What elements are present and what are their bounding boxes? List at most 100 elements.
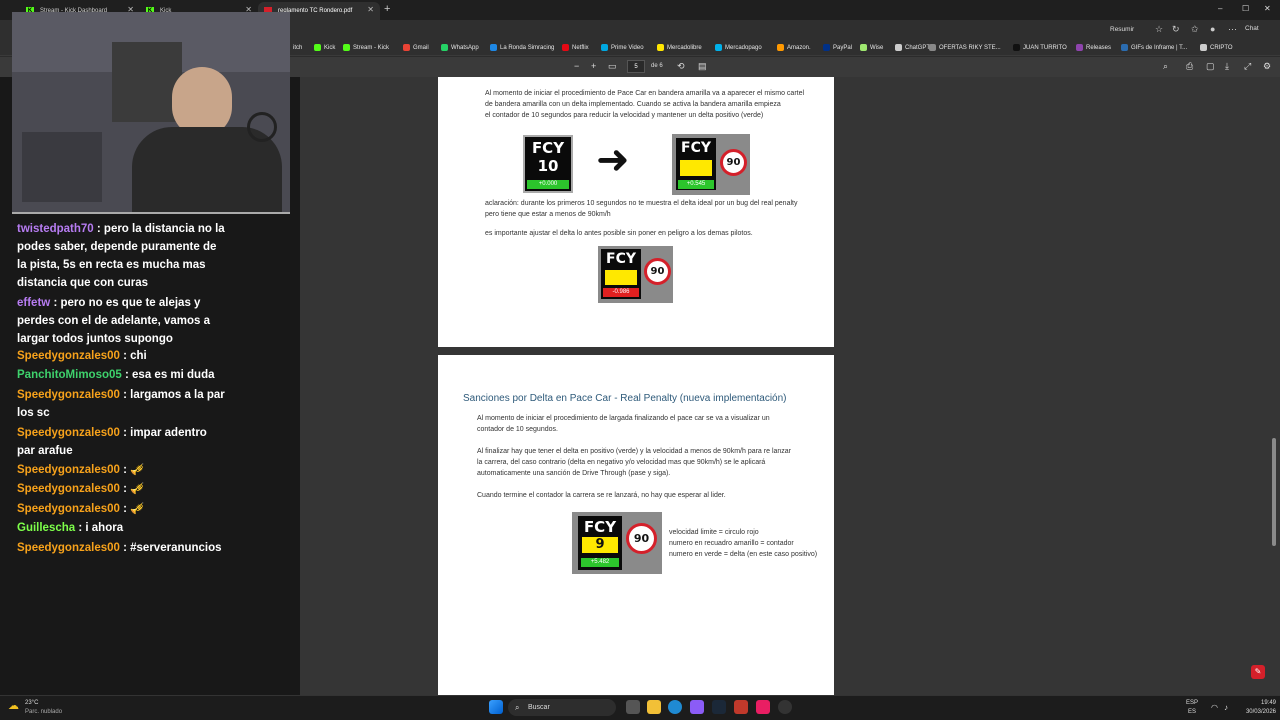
bookmark-label: La Ronda Simracing [500,44,555,51]
chat-message: Speedygonzales00 : 🎺 [17,480,227,498]
bookmark-item[interactable]: PayPal [823,44,852,51]
bookmark-icon [490,44,497,51]
save-icon[interactable]: ▢ [1206,61,1215,72]
file-explorer-icon[interactable] [647,700,661,714]
arrow-right-icon: ➜ [596,138,630,182]
bookmark-label: OFERTAS RIKY STE... [939,44,1001,51]
bookmark-label: WhatsApp [451,44,479,51]
search-placeholder: Buscar [528,704,550,711]
zoom-out-icon[interactable]: − [574,61,579,71]
star-icon[interactable]: ☆ [1155,24,1163,35]
chat-username[interactable]: Speedygonzales00 [17,542,120,554]
bookmark-item[interactable]: GIFs de Inframe | T... [1121,44,1187,51]
chat-message: PanchitoMimoso05 : esa es mi duda [17,366,227,384]
bookmark-item[interactable]: Gmail [403,44,429,51]
search-icon[interactable]: ⌕ [1163,61,1168,72]
profile-avatar[interactable]: ● [1210,24,1215,34]
chat-username[interactable]: Speedygonzales00 [17,503,120,515]
language-indicator[interactable]: ESP [1186,700,1198,706]
bookmark-icon [929,44,936,51]
task-view-icon[interactable] [626,700,640,714]
zoom-in-icon[interactable]: + [591,61,596,71]
bookmark-item[interactable]: WhatsApp [441,44,479,51]
racing-app-icon[interactable] [734,700,748,714]
bookmark-label: Gmail [413,44,429,51]
bookmark-item[interactable]: Wise [860,44,883,51]
settings-icon[interactable]: ⚙ [1263,61,1271,72]
close-window-button[interactable]: ✕ [1264,4,1271,13]
windows-start-icon[interactable] [489,700,503,714]
bookmark-item[interactable]: OFERTAS RIKY STE... [929,44,1001,51]
chat-username[interactable]: Speedygonzales00 [17,389,120,401]
bookmark-item[interactable]: Amazon. [777,44,811,51]
bookmark-item[interactable]: Prime Video [601,44,644,51]
wifi-icon[interactable]: ◠ [1211,703,1218,712]
bookmark-item[interactable]: Stream - Kick [343,44,389,51]
more-icon[interactable]: ⋯ [1228,24,1237,35]
chat-message: effetw : pero no es que te alejas y perd… [17,294,227,348]
fcy-counter-image: FCY 10 +0.000 [523,135,573,193]
resumir-button[interactable]: Resumir [1110,26,1134,33]
search-icon: ⌕ [515,703,520,712]
bookmark-item[interactable]: Mercadopago [715,44,762,51]
new-tab-button[interactable]: + [384,3,390,15]
page-view-icon[interactable]: ▤ [698,61,707,72]
fit-page-icon[interactable]: ▭ [608,61,617,72]
viewer-scrollbar[interactable] [1272,438,1276,546]
bookmark-item[interactable]: Releases [1076,44,1111,51]
bookmark-item[interactable]: Netflix [562,44,589,51]
close-icon[interactable]: ✕ [367,5,374,14]
favorites-icon[interactable]: ✩ [1191,24,1199,35]
obs-icon[interactable] [778,700,792,714]
bookmark-item[interactable]: Kick [314,44,335,51]
chat-username[interactable]: Speedygonzales00 [17,464,120,476]
steam-icon[interactable] [712,700,726,714]
clock-time[interactable]: 19:49 [1240,700,1276,706]
bookmark-item[interactable]: La Ronda Simracing [490,44,554,51]
yellow-counter-box [605,270,637,285]
bookmark-item[interactable]: JUAN TURRITO [1013,44,1067,51]
game-app-icon[interactable] [756,700,770,714]
bookmark-icon [1076,44,1083,51]
bookmark-item[interactable]: ChatGPT [895,44,930,51]
page-number-input[interactable]: 5 [627,60,645,73]
page-total: de 6 [651,63,663,69]
bookmark-icon [1200,44,1207,51]
chat-username[interactable]: Guillescha [17,522,75,534]
volume-icon[interactable]: ♪ [1224,703,1228,712]
chat-username[interactable]: twistedpath70 [17,223,94,235]
chat-username[interactable]: Speedygonzales00 [17,483,120,495]
weather-temp: 23°C [25,700,39,706]
maximize-button[interactable]: ☐ [1242,4,1249,13]
chat-username[interactable]: Speedygonzales00 [17,350,120,362]
bookmark-item[interactable]: Mercadolibre [657,44,702,51]
important-note: es importante ajustar el delta lo antes … [485,230,753,237]
weather-icon[interactable]: ☁ [8,699,19,712]
fcy-label: FCY [681,140,711,156]
refresh-icon[interactable]: ↻ [1172,24,1180,35]
print-icon[interactable]: ⎙ [1186,61,1193,72]
bookmark-item[interactable]: CRIPTO [1200,44,1233,51]
rotate-icon[interactable]: ⟲ [677,61,685,72]
edge-icon[interactable] [668,700,682,714]
chat-username[interactable]: PanchitoMimoso05 [17,369,122,381]
bookmark-icon [562,44,569,51]
taskbar-search[interactable]: ⌕ Buscar [508,699,616,716]
chat-username[interactable]: Speedygonzales00 [17,427,120,439]
legend-line-2: numero en recuadro amarillo = contador [669,540,794,547]
expand-icon[interactable]: ⤢ [1244,61,1251,72]
download-icon[interactable]: ⤓ [1225,61,1229,72]
note-line-2: pero tiene que estar a menos de 90km/h [485,211,611,218]
chat-text: : 🎺 [123,483,145,495]
bookmark-label: Netflix [572,44,589,51]
fcy-delta: +0.000 [527,180,569,189]
acrobat-icon[interactable]: ✎ [1251,665,1265,679]
chat-username[interactable]: effetw [17,297,50,309]
fcy-delta: +5.482 [581,558,619,567]
chat-text: : 🎺 [123,503,145,515]
app-icon[interactable] [690,700,704,714]
minimize-button[interactable]: – [1218,4,1222,13]
bookmark-label: Wise [870,44,884,51]
chat-button[interactable]: Chat [1245,25,1259,32]
speed-limit-sign: 90 [626,523,657,554]
